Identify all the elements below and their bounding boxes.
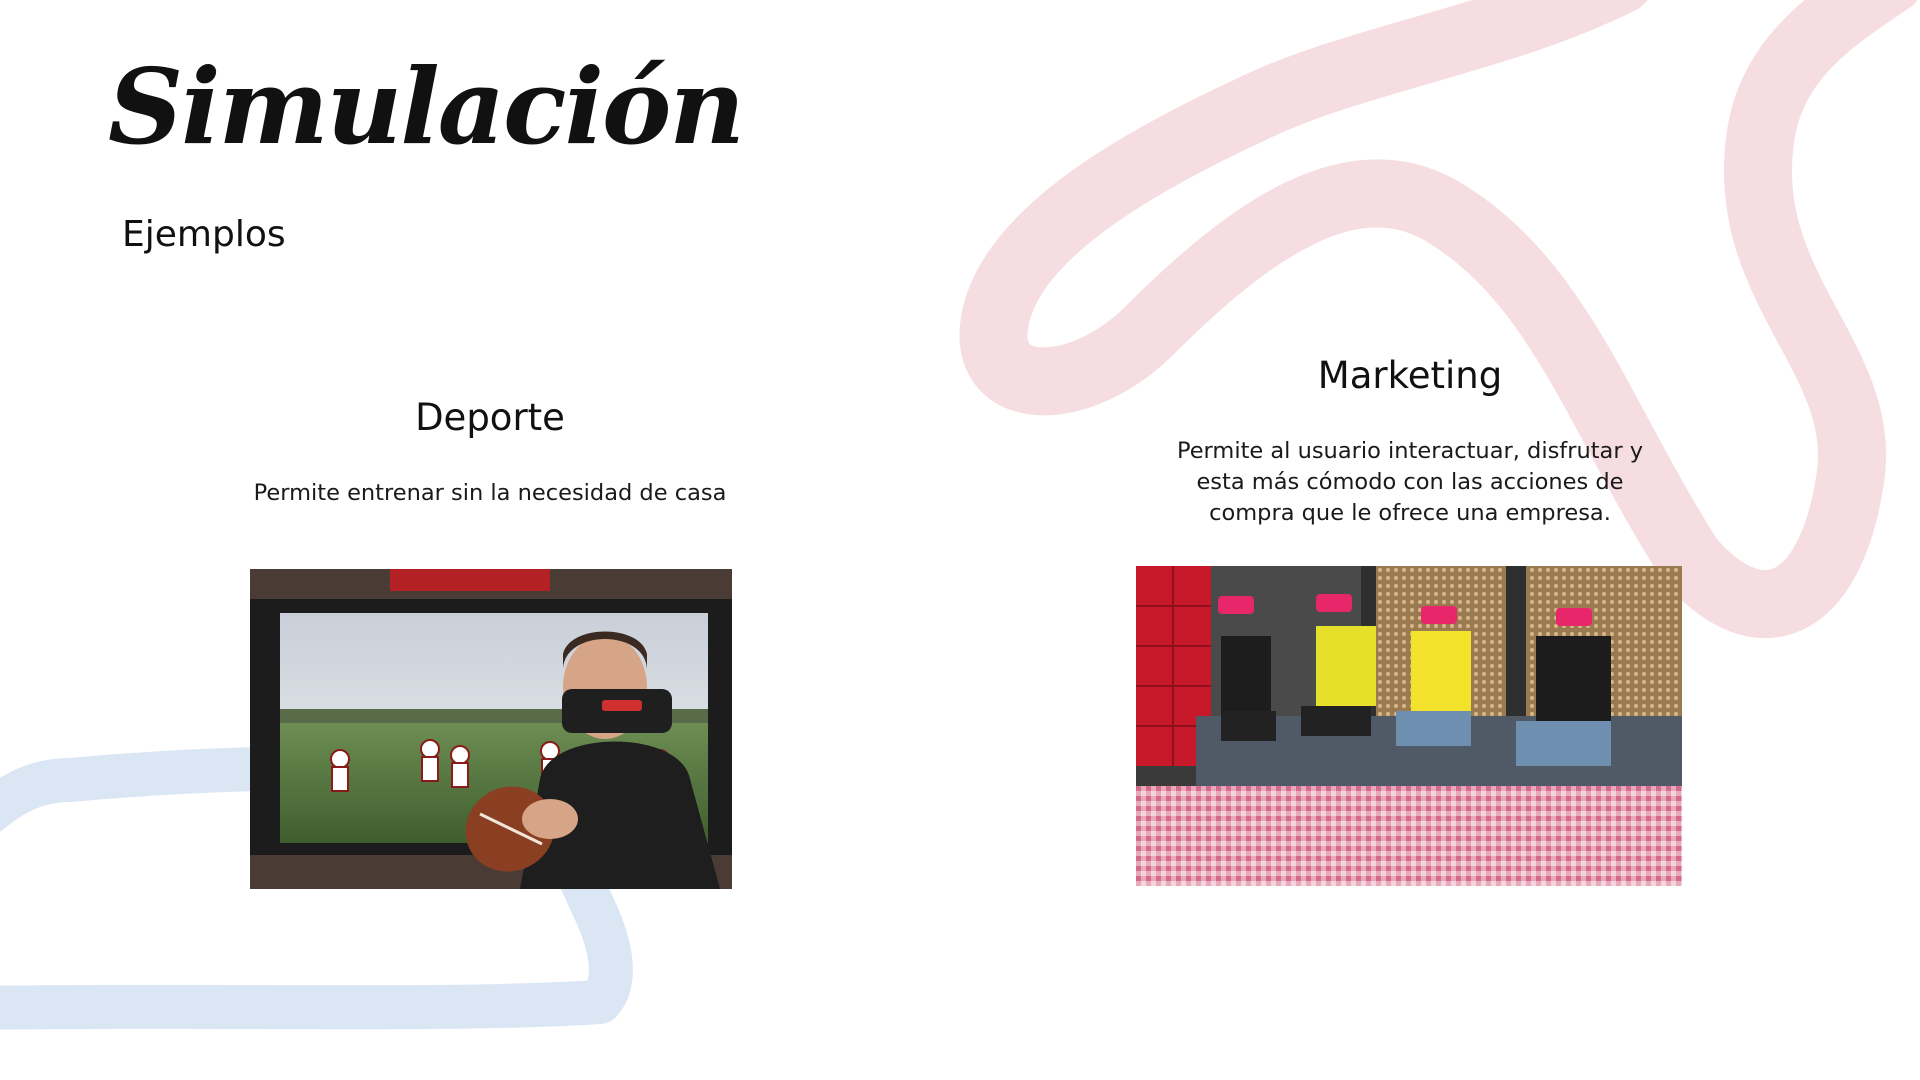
slide-title: Simulación <box>108 45 745 168</box>
deporte-photo <box>250 569 732 889</box>
slide-subtitle: Ejemplos <box>122 214 286 255</box>
deporte-description: Permite entrenar sin la necesidad de cas… <box>253 480 727 506</box>
marketing-heading: Marketing <box>1317 354 1503 397</box>
slide: Simulación Ejemplos Deporte Permite entr… <box>0 0 1920 1080</box>
marketing-photo <box>1136 566 1682 886</box>
deporte-heading: Deporte <box>415 396 565 439</box>
marketing-description: Permite al usuario interactuar, disfruta… <box>1176 438 1644 526</box>
